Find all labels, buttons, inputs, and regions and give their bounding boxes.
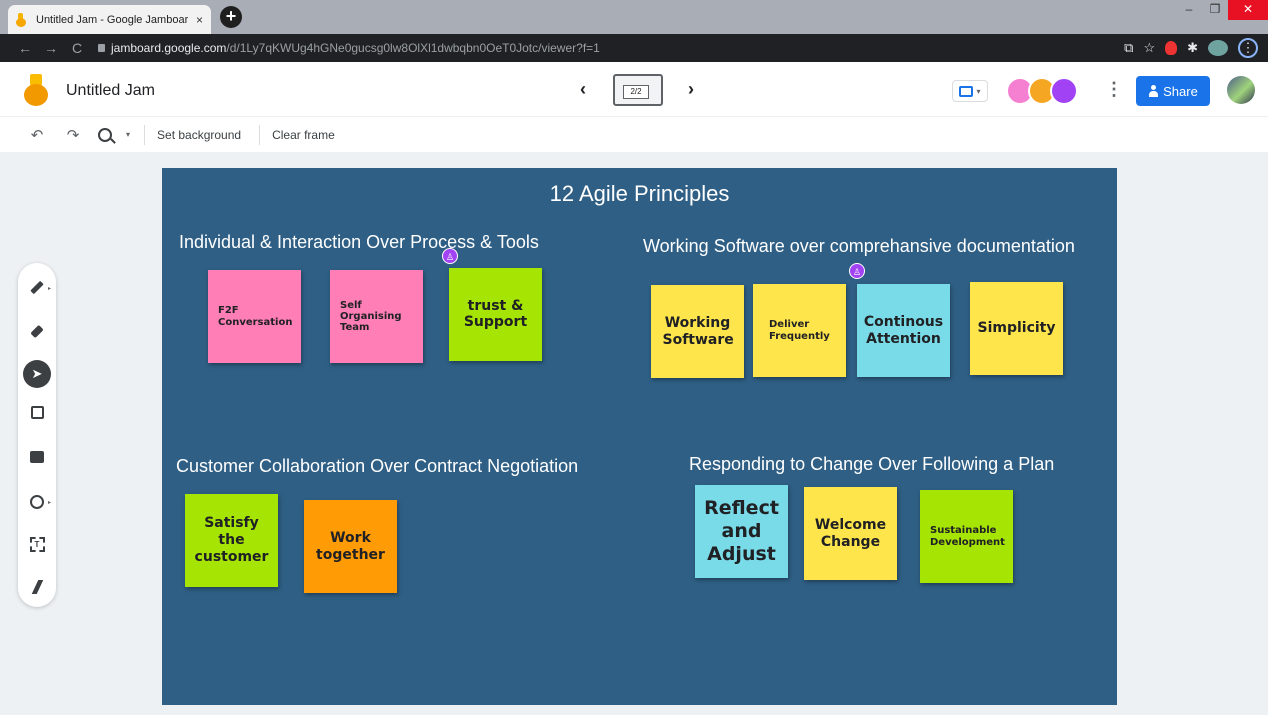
sticky-note-text: Welcome Change bbox=[814, 516, 887, 550]
sticky-note-text: Self Organising Team bbox=[340, 300, 402, 333]
url-path: /d/1Ly7qKWUg4hGNe0gucsg0lw8OlXl1dwbqbn0O… bbox=[226, 41, 600, 55]
url-host: jamboard.google.com bbox=[111, 41, 227, 55]
person-icon bbox=[1148, 85, 1159, 97]
sticky-note-text: trust & Support bbox=[463, 298, 528, 330]
url-field[interactable]: jamboard.google.com/d/1Ly7qKWUg4hGNe0guc… bbox=[98, 41, 600, 55]
collaborator-cursor-icon: ♙ bbox=[849, 263, 865, 279]
avatar[interactable] bbox=[1050, 77, 1078, 105]
more-options-icon[interactable]: ⋮ bbox=[1105, 79, 1123, 100]
extensions-puzzle-icon[interactable]: ✱ bbox=[1187, 40, 1198, 56]
forward-icon[interactable]: → bbox=[38, 40, 64, 56]
browser-profile-icon[interactable] bbox=[1208, 40, 1228, 56]
share-page-icon[interactable]: ⧉ bbox=[1124, 40, 1133, 56]
sticky-note[interactable]: Simplicity bbox=[970, 282, 1063, 375]
sticky-note-text: Sustainable Development bbox=[930, 524, 1005, 548]
sticky-note[interactable]: Work together bbox=[304, 500, 397, 593]
sticky-note[interactable]: trust & Support bbox=[449, 268, 542, 361]
image-icon[interactable] bbox=[25, 445, 49, 469]
share-button[interactable]: Share bbox=[1136, 76, 1210, 106]
sticky-note[interactable]: Working Software bbox=[651, 285, 744, 378]
sticky-note[interactable]: Reflect and Adjust bbox=[695, 485, 788, 578]
minimize-button[interactable]: – bbox=[1176, 0, 1202, 20]
chevron-down-icon[interactable]: ▾ bbox=[126, 130, 130, 139]
sticky-note-text: Work together bbox=[316, 529, 385, 563]
extension-icon[interactable] bbox=[1165, 41, 1178, 55]
jamboard-favicon-icon bbox=[16, 12, 28, 27]
divider bbox=[144, 124, 146, 145]
browser-menu-icon[interactable]: ⋮ bbox=[1238, 38, 1258, 58]
present-button[interactable]: ▾ bbox=[952, 80, 988, 102]
previous-frame-button[interactable]: ‹ bbox=[580, 79, 586, 100]
address-bar: ← → C jamboard.google.com/d/1Ly7qKWUg4hG… bbox=[0, 34, 1268, 62]
frame-indicator: 2/2 bbox=[623, 85, 649, 99]
laser-icon[interactable] bbox=[25, 575, 49, 599]
text-box-icon[interactable]: T bbox=[25, 532, 49, 556]
section-heading[interactable]: Individual & Interaction Over Process & … bbox=[179, 232, 539, 253]
section-heading[interactable]: Responding to Change Over Following a Pl… bbox=[689, 454, 1054, 475]
sticky-note[interactable]: F2F Conversation bbox=[208, 270, 301, 363]
browser-tab-strip: Untitled Jam - Google Jamboard × + – ❐ ✕ bbox=[0, 0, 1268, 34]
close-window-button[interactable]: ✕ bbox=[1228, 0, 1268, 20]
sticky-note[interactable]: Satisfy the customer bbox=[185, 494, 278, 587]
sticky-note-text: Reflect and Adjust bbox=[704, 497, 779, 565]
share-label: Share bbox=[1163, 83, 1198, 99]
select-icon[interactable]: ➤ bbox=[23, 360, 51, 388]
restore-button[interactable]: ❐ bbox=[1202, 0, 1228, 20]
reload-icon[interactable]: C bbox=[64, 40, 90, 56]
section-heading[interactable]: Customer Collaboration Over Contract Neg… bbox=[176, 456, 578, 477]
sticky-note[interactable]: Continous Attention bbox=[857, 284, 950, 377]
lock-icon bbox=[98, 44, 105, 52]
account-avatar[interactable] bbox=[1227, 76, 1255, 104]
collaborator-avatars bbox=[1006, 77, 1078, 105]
jam-title[interactable]: Untitled Jam bbox=[66, 82, 155, 100]
browser-actions: ⧉ ☆ ✱ ⋮ bbox=[1124, 38, 1258, 58]
next-frame-button[interactable]: › bbox=[688, 79, 694, 100]
sticky-note[interactable]: Self Organising Team bbox=[330, 270, 423, 363]
sticky-note-text: F2F Conversation bbox=[218, 304, 293, 328]
canvas-title[interactable]: 12 Agile Principles bbox=[162, 181, 1117, 207]
set-background-button[interactable]: Set background bbox=[157, 128, 241, 142]
zoom-icon[interactable] bbox=[98, 127, 112, 142]
circle-icon[interactable] bbox=[25, 490, 49, 514]
browser-tab[interactable]: Untitled Jam - Google Jamboard × bbox=[8, 5, 211, 34]
shape-options-icon[interactable]: ▸ bbox=[48, 499, 51, 506]
bookmark-star-icon[interactable]: ☆ bbox=[1143, 40, 1155, 56]
sticky-note[interactable]: Welcome Change bbox=[804, 487, 897, 580]
sticky-note-text: Simplicity bbox=[977, 320, 1056, 336]
frame-bar-button[interactable]: 2/2 bbox=[613, 74, 663, 106]
pen-icon[interactable] bbox=[25, 275, 49, 299]
chevron-down-icon: ▾ bbox=[976, 86, 981, 96]
sticky-note-text: Continous Attention bbox=[863, 313, 944, 347]
jamboard-logo-icon[interactable] bbox=[22, 74, 50, 106]
tab-title: Untitled Jam - Google Jamboard bbox=[36, 13, 188, 26]
window-controls: – ❐ ✕ bbox=[1176, 0, 1268, 20]
jam-canvas[interactable]: 12 Agile Principles Individual & Interac… bbox=[162, 168, 1117, 705]
clear-frame-button[interactable]: Clear frame bbox=[272, 128, 335, 142]
undo-icon[interactable]: ↶ bbox=[26, 126, 48, 144]
app-header: Untitled Jam ‹ 2/2 › ▾ ⋮ Share bbox=[0, 62, 1268, 116]
tool-palette: ▸ ➤ ▸ T bbox=[18, 263, 56, 607]
collaborator-cursor-icon: ♙ bbox=[442, 248, 458, 264]
redo-icon[interactable]: ↷ bbox=[62, 126, 84, 144]
new-tab-button[interactable]: + bbox=[220, 6, 242, 28]
sticky-note-icon[interactable] bbox=[25, 400, 49, 424]
sticky-note[interactable]: Sustainable Development bbox=[920, 490, 1013, 583]
pen-options-icon[interactable]: ▸ bbox=[48, 285, 51, 292]
section-heading[interactable]: Working Software over comprehansive docu… bbox=[643, 236, 1075, 257]
sticky-note-text: Deliver Frequently bbox=[769, 318, 830, 342]
edit-toolbar: ↶ ↷ ▾ Set background Clear frame bbox=[0, 116, 1268, 152]
present-icon bbox=[959, 85, 974, 97]
sticky-note[interactable]: Deliver Frequently bbox=[753, 284, 846, 377]
back-icon[interactable]: ← bbox=[12, 40, 38, 56]
sticky-note-text: Working Software bbox=[662, 314, 734, 348]
sticky-note-text: Satisfy the customer bbox=[194, 515, 269, 565]
divider bbox=[259, 124, 261, 145]
eraser-icon[interactable] bbox=[25, 319, 49, 343]
tab-close-button[interactable]: × bbox=[196, 13, 203, 27]
